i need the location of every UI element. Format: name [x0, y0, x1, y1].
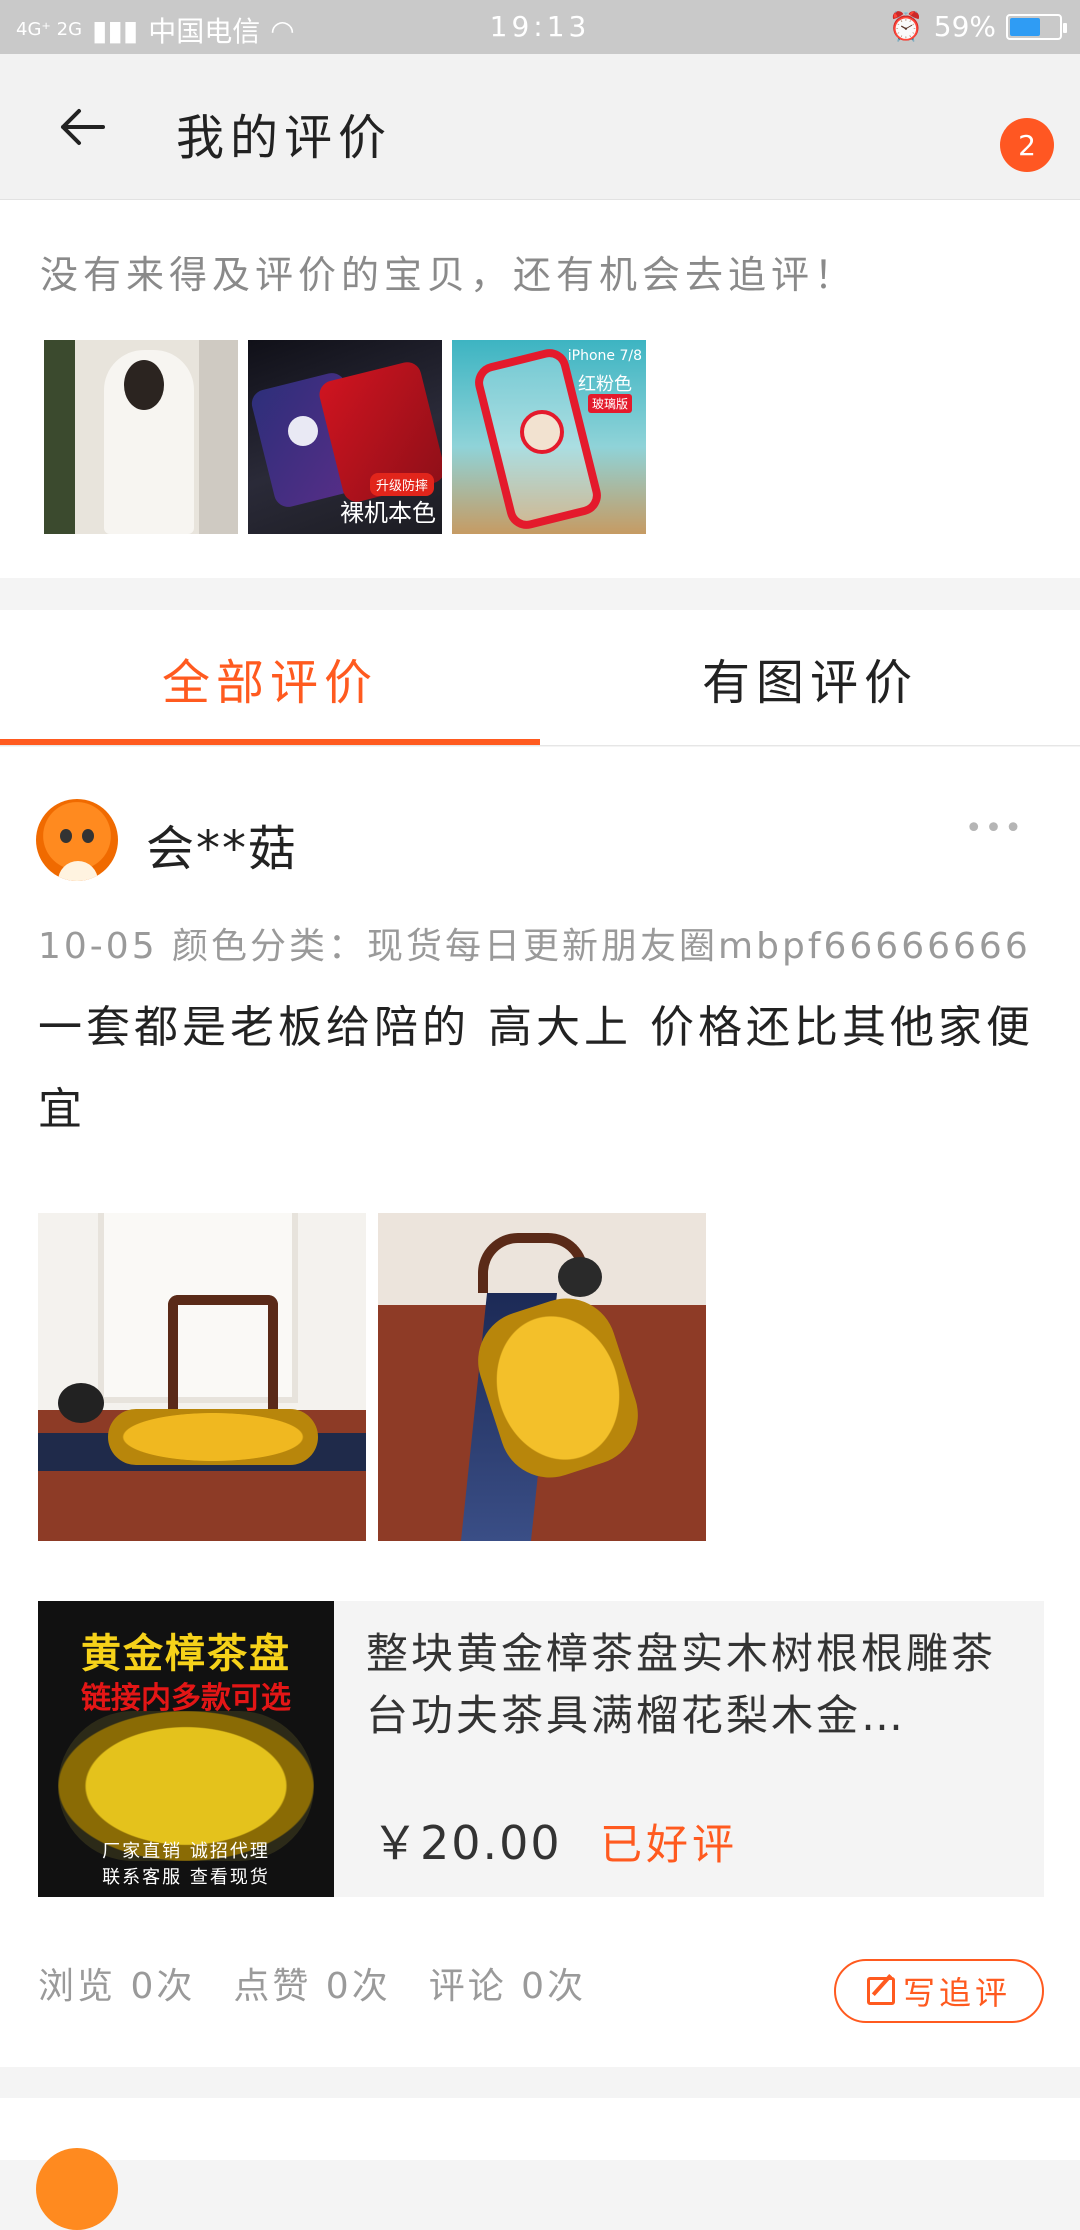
avatar[interactable] [36, 799, 118, 881]
product-card[interactable]: 黄金樟茶盘 链接内多款可选 厂家直销 诚招代理 联系客服 查看现货 整块黄金樟茶… [38, 1601, 1044, 1897]
review-stats: 浏览 0次 点赞 0次 评论 0次 [38, 1957, 586, 2009]
battery-percent: 59% [933, 10, 996, 43]
avatar[interactable] [36, 2148, 118, 2230]
pending-review-card: 没有来得及评价的宝贝，还有机会去追评！ 升级防摔 裸机本色 iPhone 7/8… [0, 200, 1080, 578]
thumbnail-caption: 裸机本色 [340, 499, 436, 527]
review-photo[interactable] [378, 1213, 706, 1541]
tab-all-reviews[interactable]: 全部评价 [0, 610, 540, 746]
review-card [0, 2098, 1080, 2230]
review-photo[interactable] [38, 1213, 366, 1541]
alarm-icon: ⏰ [888, 10, 924, 43]
product-image-text: 厂家直销 诚招代理 [102, 1841, 270, 1862]
status-bar: 4G⁺ 2G ▮▮▮ 中国电信 ◠ 19:13 ⏰ 59% [0, 0, 1080, 54]
pending-item-thumbnail[interactable]: iPhone 7/8 红粉色 玻璃版 [452, 340, 646, 534]
product-image: 黄金樟茶盘 链接内多款可选 厂家直销 诚招代理 联系客服 查看现货 [38, 1601, 334, 1897]
review-meta: 10-05 颜色分类：现货每日更新朋友圈mbpf66666666 [38, 926, 1031, 967]
product-title: 整块黄金樟茶盘实木树根根雕茶台功夫茶具满榴花梨木金… [366, 1629, 997, 1740]
product-image-text: 链接内多款可选 [81, 1681, 291, 1716]
views-count: 浏览 0次 [38, 1966, 196, 2007]
review-photos [38, 1213, 706, 1541]
active-tab-indicator [0, 739, 540, 745]
page-title: 我的评价 [176, 110, 393, 166]
product-image-text: 黄金樟茶盘 [81, 1631, 291, 1677]
thumbnail-tag: 玻璃版 [587, 394, 632, 413]
back-arrow-icon [61, 109, 105, 145]
notification-badge: 2 [1000, 118, 1054, 172]
review-more-icon[interactable]: ••• [965, 811, 1024, 846]
pending-item-thumbnail[interactable]: 升级防摔 裸机本色 [248, 340, 442, 534]
product-image-text: 联系客服 查看现货 [102, 1867, 270, 1888]
back-button[interactable] [40, 90, 124, 164]
thumbnail-color: 红粉色 [578, 374, 632, 395]
review-tabs: 全部评价 有图评价 [0, 610, 1080, 746]
likes-count: 点赞 0次 [233, 1966, 391, 2007]
review-status: 已好评 [600, 1820, 739, 1869]
comments-count: 评论 0次 [428, 1966, 587, 2007]
write-follow-up-label: 写追评 [902, 1974, 1011, 2012]
product-price: ￥20.00 [372, 1816, 562, 1870]
pending-review-prompt: 没有来得及评价的宝贝，还有机会去追评！ [40, 253, 858, 297]
tab-photo-reviews[interactable]: 有图评价 [540, 610, 1080, 746]
thumbnail-model: iPhone 7/8 [567, 348, 642, 364]
pending-thumbnails: 升级防摔 裸机本色 iPhone 7/8 红粉色 玻璃版 [44, 340, 646, 534]
battery-icon [1006, 13, 1067, 40]
write-follow-up-button[interactable]: 写追评 [834, 1959, 1044, 2023]
reviewer-name: 会**菇 [146, 821, 299, 877]
pending-item-thumbnail[interactable] [44, 340, 238, 534]
review-card: 会**菇 ••• 10-05 颜色分类：现货每日更新朋友圈mbpf6666666… [0, 747, 1080, 2067]
app-header: 我的评价 2 [0, 54, 1080, 200]
review-text: 一套都是老板给陪的 高大上 价格还比其他家便宜 [38, 1002, 1034, 1135]
edit-icon [866, 1977, 895, 2005]
